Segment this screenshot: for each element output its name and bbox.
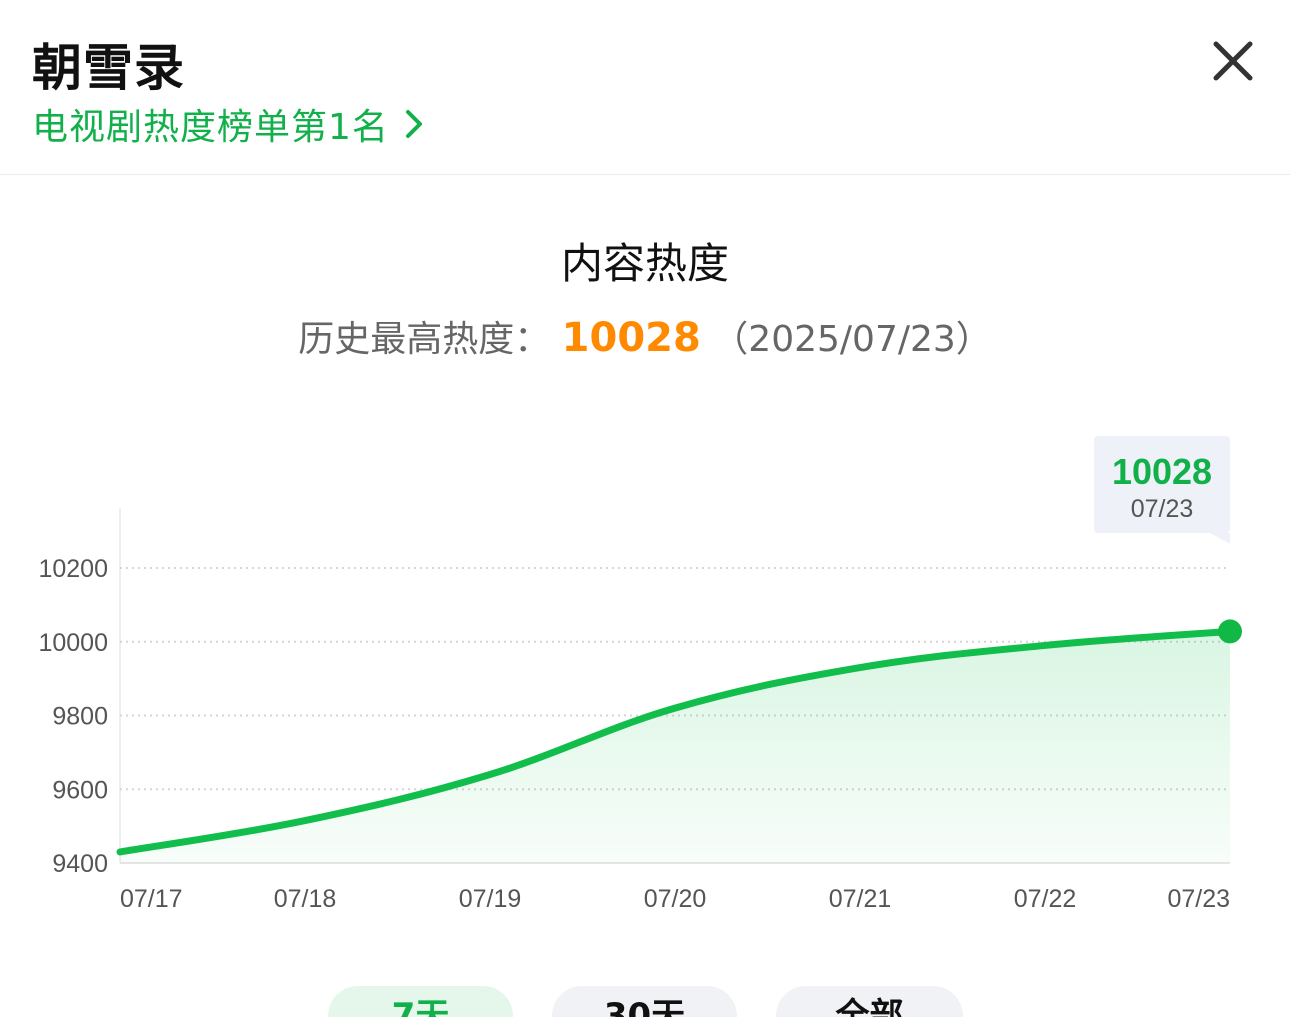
tab-30-days[interactable]: 30天 (552, 986, 737, 1017)
x-tick-label: 07/21 (829, 885, 892, 913)
rank-label: 电视剧热度榜单第1名 (32, 107, 389, 148)
range-tabs: 7天 30天 全部 (0, 986, 1290, 1017)
chevron-right-icon (405, 110, 422, 138)
rank-link[interactable]: 电视剧热度榜单第1名 (32, 100, 429, 148)
tooltip-date: 07/23 (1131, 495, 1194, 523)
x-tick-label: 07/23 (1167, 885, 1230, 913)
y-tick-label: 9400 (52, 850, 108, 878)
tab-7-days[interactable]: 7天 (328, 986, 513, 1017)
chart-tooltip: 10028 07/23 (1094, 436, 1230, 544)
tab-all[interactable]: 全部 (776, 986, 963, 1017)
peak-info: 历史最高热度： 10028 （2025/07/23） (0, 310, 1290, 362)
close-icon[interactable] (1206, 34, 1260, 88)
y-tick-label: 10000 (38, 629, 108, 657)
y-tick-label: 10200 (38, 555, 108, 583)
sheet-header: 朝雪录 电视剧热度榜单第1名 (0, 0, 1290, 175)
chart-area-fill (120, 631, 1230, 863)
y-tick-label: 9800 (52, 703, 108, 731)
tooltip-value: 10028 (1112, 451, 1212, 492)
y-tick-label: 9600 (52, 776, 108, 804)
x-tick-label: 07/18 (274, 885, 337, 913)
x-tick-label: 07/17 (120, 885, 183, 913)
peak-date: （2025/07/23） (712, 319, 992, 360)
show-title: 朝雪录 (32, 39, 185, 97)
bottom-sheet: 朝雪录 电视剧热度榜单第1名 内容热度 历史最高热度： 10028 （2025/… (0, 0, 1290, 1017)
heat-chart: 9400 9600 9800 10000 10200 07/17 07/18 07/19 07/… (38, 436, 1242, 913)
peak-value: 10028 (561, 315, 701, 361)
peak-label: 历史最高热度： (298, 319, 551, 360)
section-title: 内容热度 (560, 239, 729, 288)
x-tick-label: 07/19 (459, 885, 522, 913)
x-tick-label: 07/20 (644, 885, 707, 913)
x-tick-label: 07/22 (1014, 885, 1077, 913)
selected-data-point[interactable] (1218, 619, 1242, 644)
